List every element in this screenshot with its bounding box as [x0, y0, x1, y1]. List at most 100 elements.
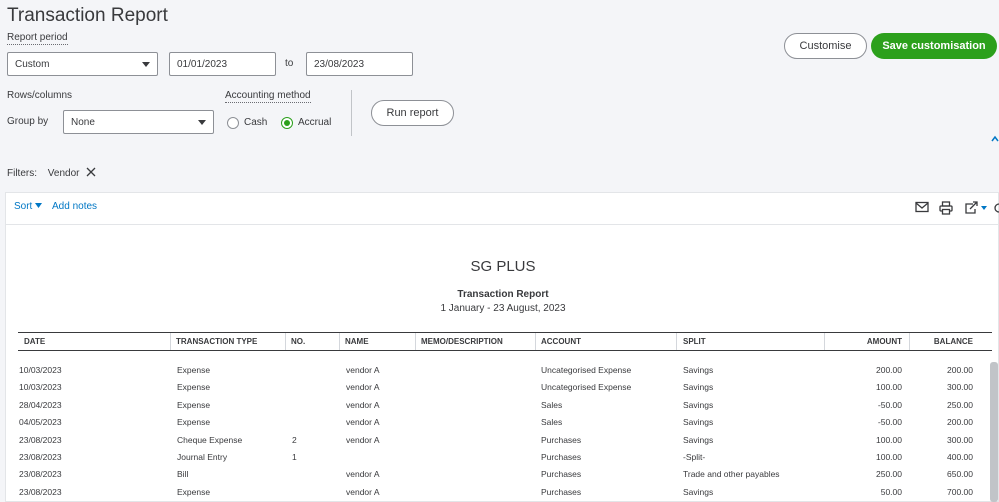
column-divider — [676, 333, 677, 350]
save-customisation-button[interactable]: Save customisation — [871, 33, 997, 59]
caret-down-icon — [35, 203, 43, 208]
customise-button[interactable]: Customise — [784, 33, 867, 59]
report-title: Transaction Report — [457, 289, 549, 300]
email-icon[interactable] — [915, 201, 929, 213]
col-name[interactable]: NAME — [345, 337, 369, 346]
report-date-range: 1 January - 23 August, 2023 — [440, 303, 566, 314]
column-divider — [535, 333, 536, 350]
table-cell: 400.00 — [947, 452, 973, 462]
table-cell: Sales — [541, 399, 563, 410]
table-cell: 200.00 — [876, 365, 902, 375]
table-cell: vendor A — [346, 469, 380, 480]
export-icon[interactable] — [964, 201, 990, 215]
close-icon[interactable] — [86, 167, 96, 177]
table-cell: 100.00 — [876, 434, 902, 445]
date-to-input[interactable]: 23/08/2023 — [306, 52, 413, 76]
col-amount[interactable]: AMOUNT — [824, 337, 902, 346]
table-cell: 1 — [292, 452, 297, 462]
table-cell: 300.00 — [947, 382, 973, 393]
table-cell: 200.00 — [947, 365, 973, 375]
table-cell: 50.00 — [880, 486, 902, 497]
table-cell[interactable]: Expense — [177, 382, 287, 392]
table-cell[interactable]: Expense — [177, 487, 287, 497]
group-by-value: None — [71, 117, 95, 128]
table-cell: Trade and other payables — [683, 469, 780, 480]
table-cell: 2 — [292, 434, 297, 445]
table-cell: -50.00 — [877, 417, 902, 428]
column-divider — [170, 333, 171, 350]
col-transaction-type[interactable]: TRANSACTION TYPE — [176, 337, 257, 346]
table-cell: Savings — [683, 434, 714, 445]
table-cell: Savings — [683, 486, 714, 497]
table-cell: 23/08/2023 — [19, 469, 62, 480]
col-split[interactable]: SPLIT — [683, 337, 706, 346]
sort-label: Sort — [14, 201, 33, 212]
date-from-input[interactable]: 01/01/2023 — [169, 52, 276, 76]
table-cell: 650.00 — [947, 469, 973, 480]
table-cell: vendor A — [346, 365, 380, 375]
report-card: Sort Add notes SG PLUS Transaction Repor… — [5, 192, 999, 502]
table-cell: -50.00 — [877, 399, 902, 410]
table-cell: vendor A — [346, 399, 380, 410]
filters-bar: Filters: Vendor — [7, 167, 96, 179]
sort-button[interactable]: Sort — [14, 201, 43, 212]
col-date[interactable]: DATE — [24, 337, 45, 346]
table-cell: Purchases — [541, 469, 582, 480]
chevron-down-icon — [198, 120, 206, 125]
accrual-radio[interactable] — [281, 117, 293, 129]
col-balance[interactable]: BALANCE — [909, 337, 973, 346]
table-cell: 23/08/2023 — [19, 434, 62, 445]
accounting-method-label: Accounting method — [225, 90, 311, 103]
table-cell: vendor A — [346, 434, 380, 445]
table-cell: Savings — [683, 382, 714, 393]
column-divider — [285, 333, 286, 350]
report-toolbar: Sort Add notes — [6, 193, 999, 225]
table-cell: Savings — [683, 417, 714, 428]
table-header: DATE TRANSACTION TYPE NO. NAME MEMO/DESC… — [18, 332, 992, 351]
table-cell: 10/03/2023 — [19, 365, 62, 375]
table-cell[interactable]: Journal Entry — [177, 452, 287, 462]
run-report-button[interactable]: Run report — [371, 100, 454, 126]
divider — [351, 90, 352, 136]
rows-columns-label: Rows/columns — [7, 90, 73, 101]
table-cell: vendor A — [346, 382, 380, 393]
table-cell: Purchases — [541, 452, 582, 462]
report-period-value: Custom — [15, 59, 50, 70]
table-cell[interactable]: Expense — [177, 365, 287, 375]
table-cell[interactable]: Expense — [177, 417, 287, 427]
to-label: to — [285, 58, 294, 69]
table-cell: vendor A — [346, 486, 380, 497]
table-cell[interactable]: Cheque Expense — [177, 435, 287, 445]
scrollbar[interactable] — [990, 362, 998, 502]
table-cell[interactable]: Expense — [177, 400, 287, 410]
page-title: Transaction Report — [7, 5, 168, 26]
col-no[interactable]: NO. — [291, 337, 305, 346]
chevron-up-icon[interactable] — [991, 135, 999, 143]
table-cell: -Split- — [683, 452, 706, 462]
report-period-select[interactable]: Custom — [7, 52, 158, 76]
table-cell: Savings — [683, 365, 714, 375]
add-notes-button[interactable]: Add notes — [52, 201, 97, 212]
table-cell: 250.00 — [947, 399, 973, 410]
group-by-select[interactable]: None — [63, 110, 214, 134]
accrual-label: Accrual — [298, 117, 332, 128]
table-cell: 100.00 — [876, 452, 902, 462]
column-divider — [339, 333, 340, 350]
report-settings-panel: Transaction Report Report period Custom … — [0, 0, 999, 144]
table-cell[interactable]: Bill — [177, 469, 287, 479]
print-icon[interactable] — [939, 201, 953, 215]
col-account[interactable]: ACCOUNT — [541, 337, 581, 346]
table-cell: 23/08/2023 — [19, 486, 62, 497]
table-cell: 28/04/2023 — [19, 399, 62, 410]
gear-icon[interactable] — [993, 201, 999, 215]
group-by-label: Group by — [7, 116, 49, 127]
table-cell: 250.00 — [876, 469, 902, 480]
cash-label: Cash — [244, 117, 268, 128]
col-memo[interactable]: MEMO/DESCRIPTION — [421, 337, 503, 346]
cash-radio[interactable] — [227, 117, 239, 129]
report-period-label: Report period — [7, 32, 68, 45]
table-cell: 100.00 — [876, 382, 902, 393]
table-cell: vendor A — [346, 417, 380, 428]
table-cell: 04/05/2023 — [19, 417, 62, 428]
company-name: SG PLUS — [470, 258, 536, 275]
